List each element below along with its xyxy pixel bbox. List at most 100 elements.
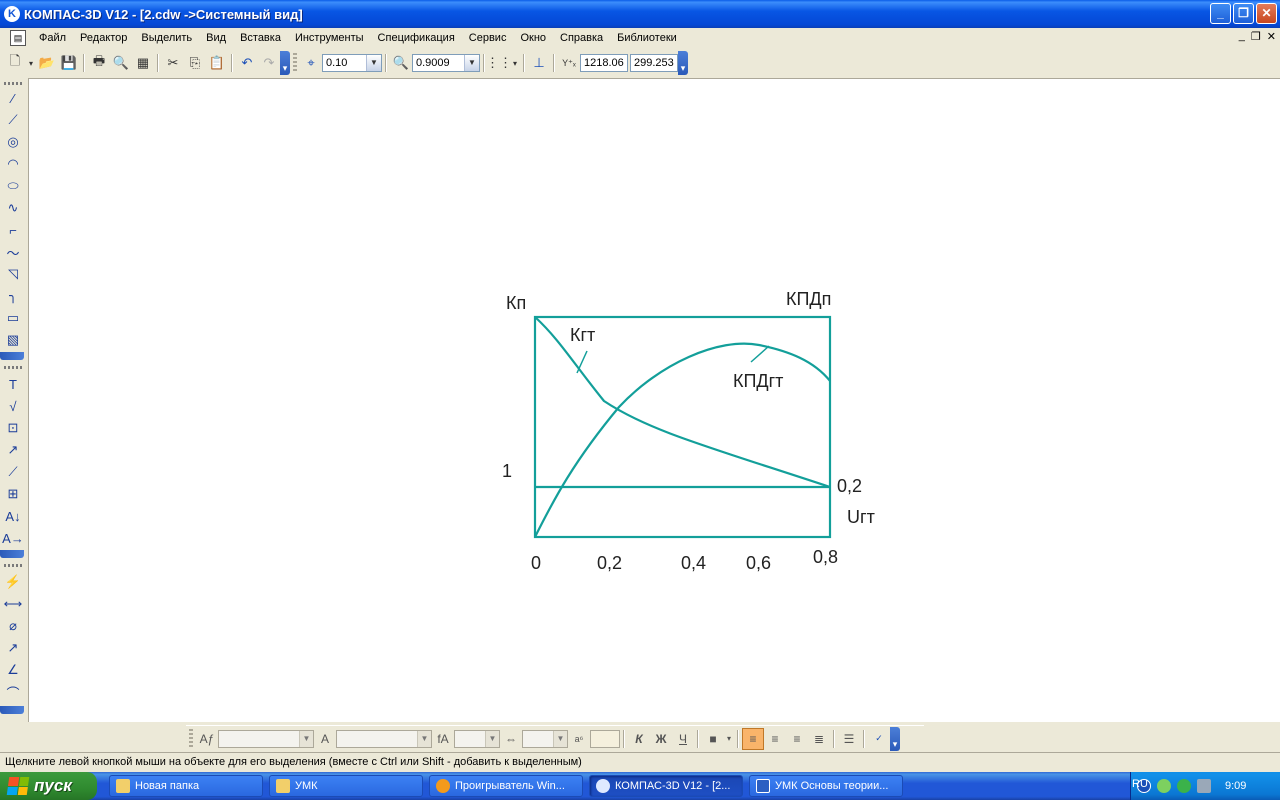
chevron-down-icon[interactable]: ▼	[299, 730, 313, 747]
minimize-button[interactable]: _	[1210, 3, 1231, 24]
menu-view[interactable]: Вид	[199, 28, 233, 48]
menu-insert[interactable]: Вставка	[233, 28, 288, 48]
menu-editor[interactable]: Редактор	[73, 28, 134, 48]
zoom-combo[interactable]: 0.9009 ▼	[412, 54, 480, 72]
toolbar-grip[interactable]	[4, 366, 22, 369]
chevron-down-icon[interactable]: ▼	[366, 55, 381, 71]
arc-dimension-icon[interactable]: ⌒	[2, 682, 24, 702]
redo-icon[interactable]: ↷	[258, 52, 280, 74]
toolbar-chevron-icon[interactable]: ▾	[678, 51, 688, 75]
document-icon[interactable]: ▤	[10, 30, 26, 46]
cut-icon[interactable]: ✂	[162, 52, 184, 74]
auto-dimension-icon[interactable]: ⚡	[2, 572, 24, 592]
new-document-icon[interactable]: 🗋	[4, 52, 26, 74]
arc-icon[interactable]: ◠	[2, 154, 24, 174]
chevron-down-icon[interactable]: ▼	[553, 730, 567, 747]
text-icon[interactable]: T	[2, 374, 24, 394]
linear-dimension-icon[interactable]: ⟷	[2, 594, 24, 614]
grid-icon[interactable]: ⋮⋮	[486, 52, 512, 74]
menu-file[interactable]: Файл	[32, 28, 73, 48]
coord-x-field[interactable]: 1218.06	[580, 54, 628, 72]
network-icon[interactable]	[1157, 779, 1171, 793]
ellipse-icon[interactable]: ⬭	[2, 176, 24, 196]
axis-label-icon[interactable]: A↓	[2, 506, 24, 526]
toolbar-chevron-icon[interactable]	[0, 352, 24, 360]
spellcheck-icon[interactable]: ✓	[868, 728, 890, 750]
restore-button[interactable]: ❐	[1233, 3, 1254, 24]
menu-select[interactable]: Выделить	[134, 28, 199, 48]
print-icon[interactable]: 🖶	[88, 52, 110, 74]
underline-icon[interactable]: Ч	[672, 728, 694, 750]
bezier-icon[interactable]: 〜	[2, 242, 24, 262]
drawing-canvas[interactable]: Кп КПДп Кгт КПДгт 1 0,2 Uгт 0 0,2 0,4 0,…	[28, 78, 1280, 722]
toolbar-grip[interactable]	[189, 728, 193, 749]
mdi-minimize-icon[interactable]: _	[1239, 30, 1245, 43]
align-left-icon[interactable]: ≡	[742, 727, 764, 750]
new-dropdown-icon[interactable]: ▾	[26, 52, 36, 74]
chamfer-icon[interactable]: ◹	[2, 264, 24, 284]
circle-icon[interactable]: ◎	[2, 132, 24, 152]
toolbar-grip[interactable]	[4, 564, 22, 567]
segment-icon[interactable]: ⟋	[2, 110, 24, 130]
coord-y-field[interactable]: 299.253	[630, 54, 678, 72]
toolbar-chevron-icon[interactable]: ▾	[280, 51, 290, 75]
view-arrow-icon[interactable]: A→	[2, 528, 24, 548]
numbered-list-icon[interactable]: ☰	[838, 728, 860, 750]
task-kompas[interactable]: КОМПАС-3D V12 - [2...	[589, 775, 743, 797]
align-justify-icon[interactable]: ≣	[808, 728, 830, 750]
close-button[interactable]: ✕	[1256, 3, 1277, 24]
fillet-icon[interactable]: ╮	[2, 286, 24, 306]
copy-icon[interactable]: ⎘	[184, 52, 206, 74]
toolbar-chevron-icon[interactable]	[0, 550, 24, 558]
italic-icon[interactable]: К	[628, 728, 650, 750]
task-umk-doc[interactable]: УМК Основы теории...	[749, 775, 903, 797]
kompas-app-icon[interactable]: K	[4, 6, 20, 22]
start-button[interactable]: пуск	[0, 772, 97, 800]
toolbar-chevron-icon[interactable]: ▾	[890, 726, 900, 751]
toolbar-grip[interactable]	[293, 53, 297, 73]
paste-icon[interactable]: 📋	[206, 52, 228, 74]
angle-dimension-icon[interactable]: ∠	[2, 660, 24, 680]
point-icon[interactable]: ⁄	[2, 88, 24, 108]
undo-icon[interactable]: ↶	[236, 52, 258, 74]
polyline-icon[interactable]: ⌐	[2, 220, 24, 240]
step-combo[interactable]: 0.10 ▼	[322, 54, 382, 72]
leader-icon[interactable]: ↗	[2, 440, 24, 460]
position-leader-icon[interactable]: ⟋	[2, 462, 24, 482]
text-color-icon[interactable]: ■	[702, 728, 724, 750]
roughness-icon[interactable]: √	[2, 396, 24, 416]
chevron-down-icon[interactable]: ▼	[464, 55, 479, 71]
diameter-dimension-icon[interactable]: ⌀	[2, 616, 24, 636]
base-icon[interactable]: ⊡	[2, 418, 24, 438]
table-icon[interactable]: ⊞	[2, 484, 24, 504]
radius-dimension-icon[interactable]: ↗	[2, 638, 24, 658]
display-icon[interactable]	[1197, 779, 1211, 793]
font-name-combo[interactable]: ▼	[218, 729, 314, 748]
spline-icon[interactable]: ∿	[2, 198, 24, 218]
rectangle-icon[interactable]: ▭	[2, 308, 24, 328]
clock[interactable]: 9:09	[1225, 780, 1246, 792]
font-height-combo[interactable]: ▼	[336, 729, 432, 748]
menu-window[interactable]: Окно	[513, 28, 553, 48]
superscript-icon[interactable]: a⁶	[568, 728, 590, 750]
language-indicator[interactable]: RU	[1132, 778, 1148, 790]
spacing-combo[interactable]: ▼	[522, 729, 568, 748]
chevron-down-icon[interactable]: ▼	[417, 730, 431, 747]
menu-libraries[interactable]: Библиотеки	[610, 28, 684, 48]
open-folder-icon[interactable]: 📂	[36, 52, 58, 74]
mdi-restore-icon[interactable]: ❐	[1251, 30, 1261, 43]
align-center-icon[interactable]: ≡	[764, 728, 786, 750]
antivirus-icon[interactable]	[1177, 779, 1191, 793]
task-new-folder[interactable]: Новая папка	[109, 775, 263, 797]
align-right-icon[interactable]: ≡	[786, 728, 808, 750]
menu-specification[interactable]: Спецификация	[371, 28, 462, 48]
print-preview-icon[interactable]: 🔍	[110, 52, 132, 74]
menu-service[interactable]: Сервис	[462, 28, 514, 48]
color-box[interactable]	[590, 729, 620, 748]
chevron-down-icon[interactable]: ▼	[485, 730, 499, 747]
narrowing-combo[interactable]: ▼	[454, 729, 500, 748]
toolbar-grip[interactable]	[4, 82, 22, 85]
grid-dropdown-icon[interactable]: ▾	[510, 52, 520, 74]
local-cs-icon[interactable]: ⊥	[528, 52, 550, 74]
document-manager-icon[interactable]: ▦	[132, 52, 154, 74]
